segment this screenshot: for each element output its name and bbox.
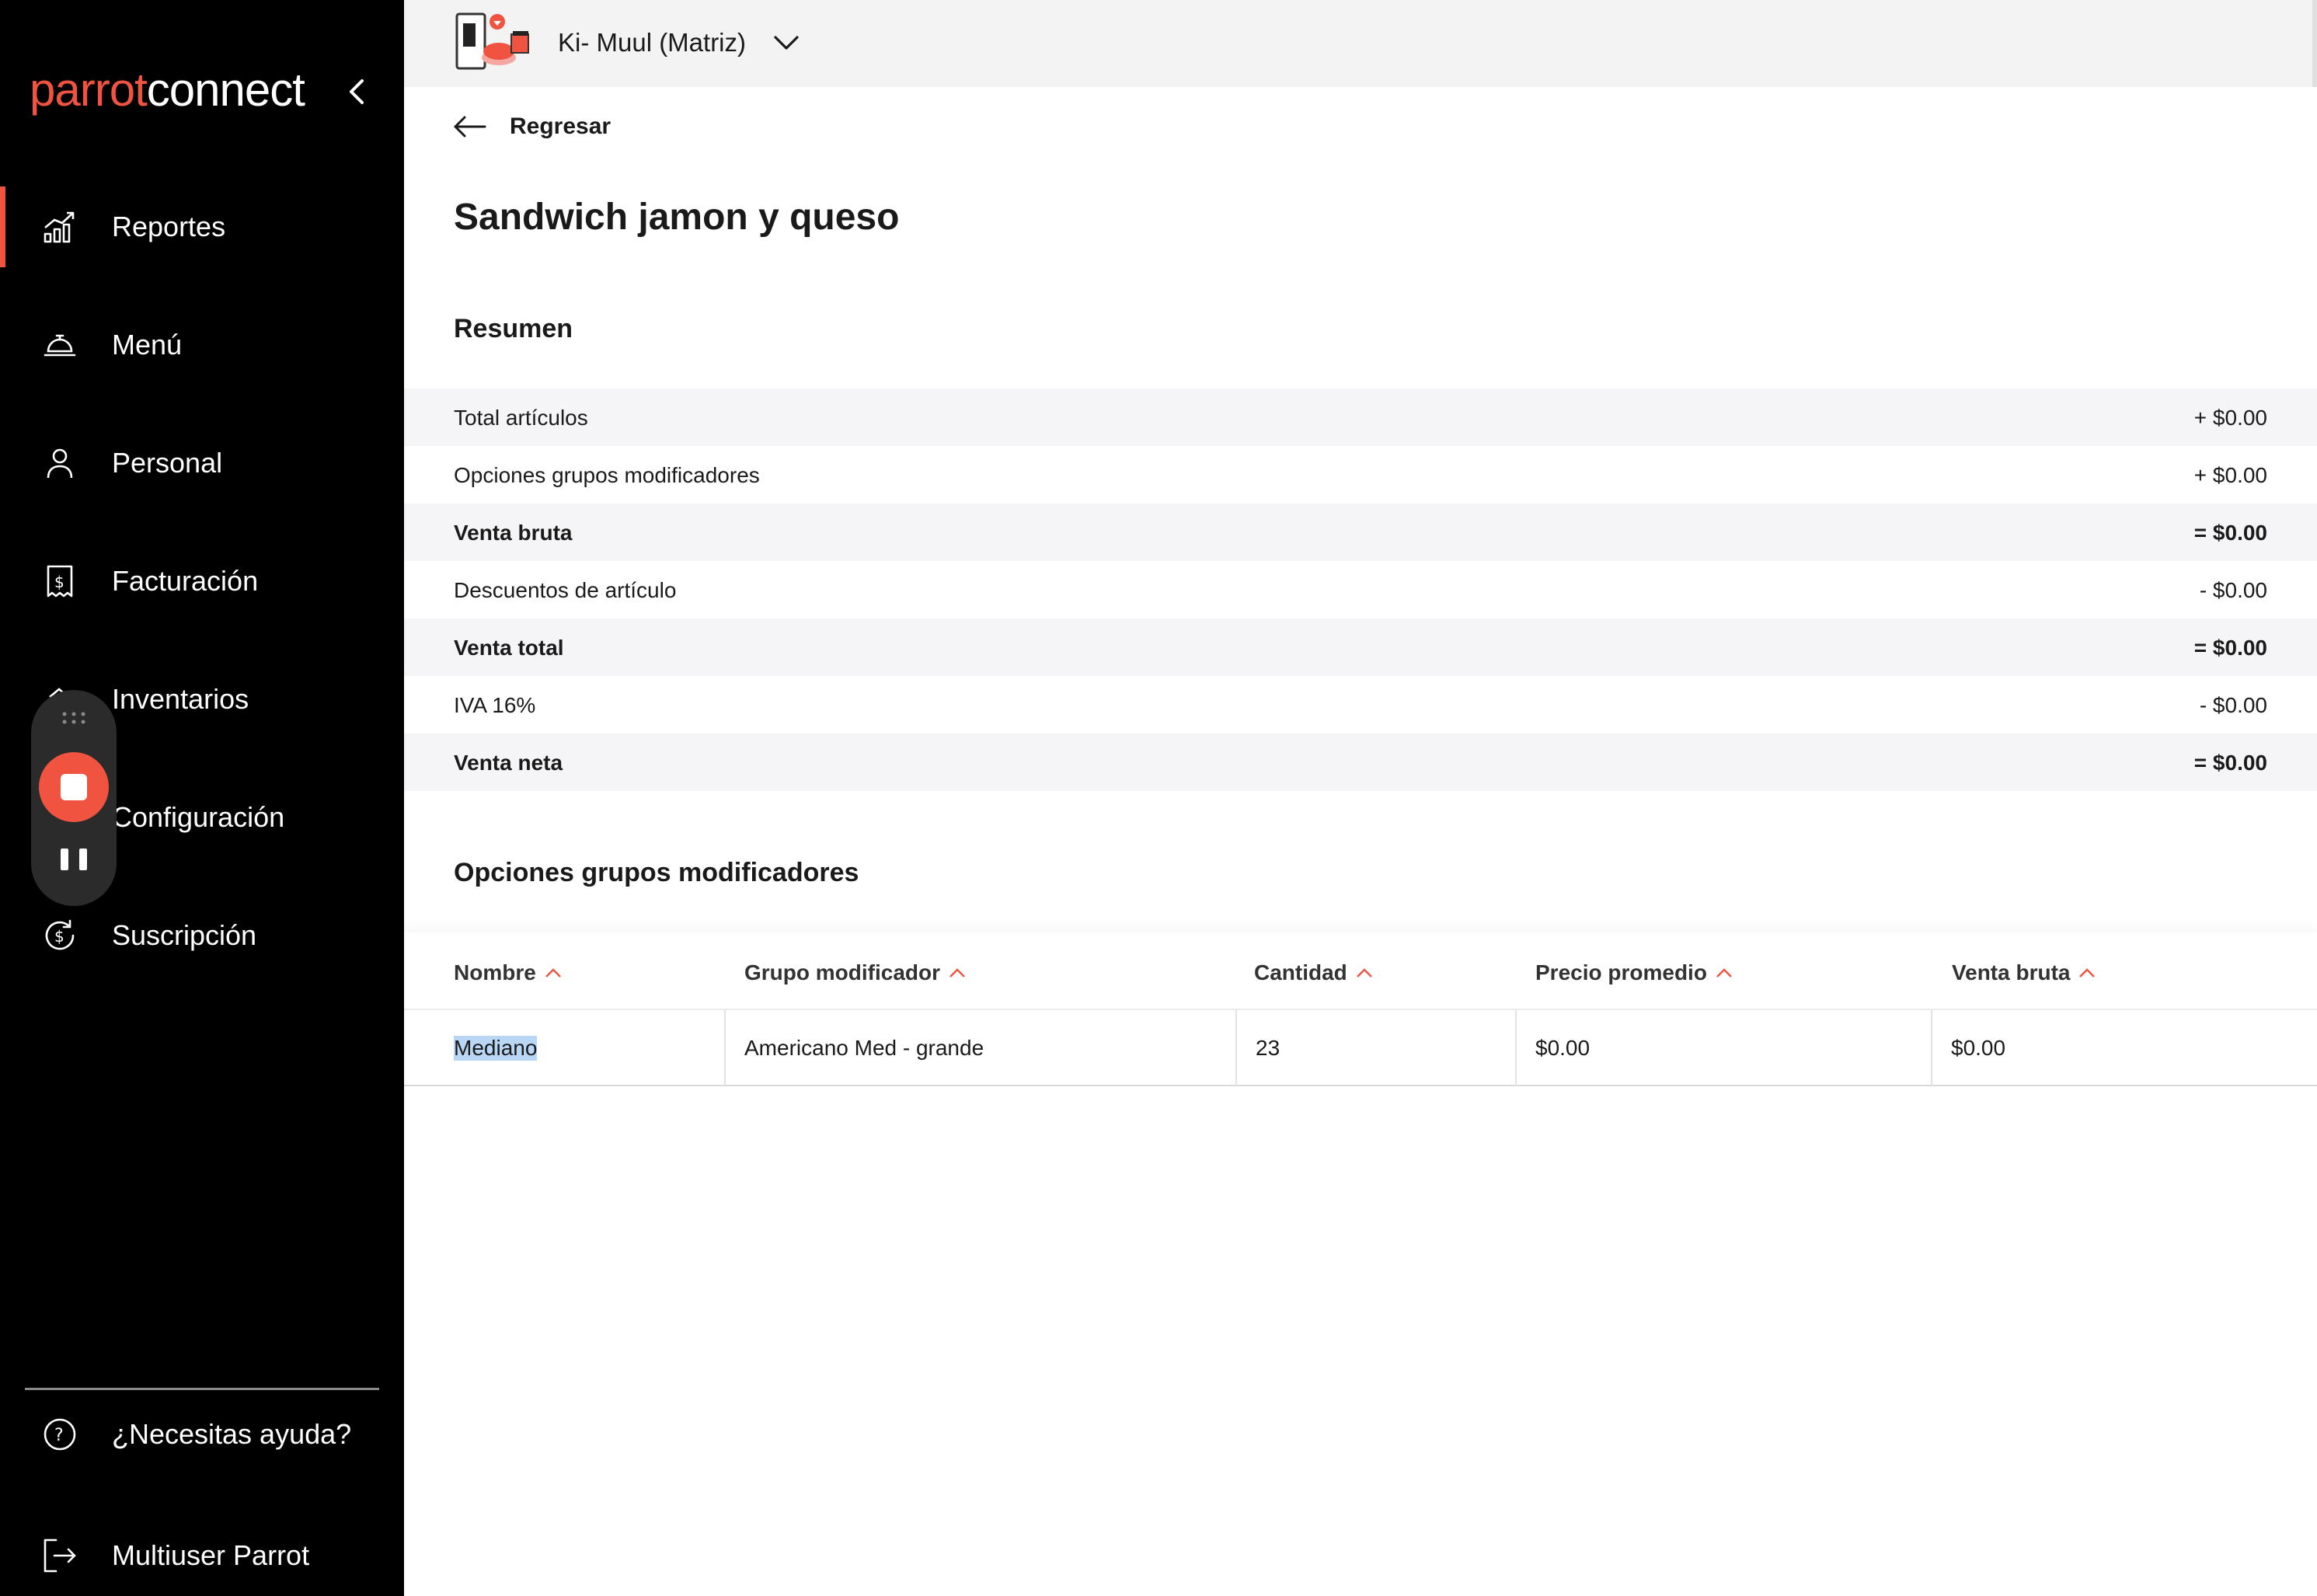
summary-row: Venta total = $0.00 [404, 619, 2317, 676]
summary-value: = $0.00 [2193, 751, 2267, 775]
sort-asc-icon [1356, 968, 1372, 977]
store-logo-icon[interactable] [452, 6, 533, 71]
sort-asc-icon [1716, 968, 1732, 977]
column-header-label: Precio promedio [1535, 960, 1707, 984]
table-row[interactable]: Mediano Americano Med - grande 23 $0.00 … [404, 1010, 2317, 1086]
sidebar-item-reportes[interactable]: Reportes [0, 186, 404, 267]
summary-value: - $0.00 [2199, 578, 2267, 602]
logout-user-button[interactable]: Multiuser Parrot [0, 1515, 404, 1596]
help-label: ¿Necesitas ayuda? [112, 1418, 352, 1450]
logout-icon [40, 1536, 79, 1575]
sidebar-item-label: Reportes [112, 211, 226, 242]
column-header-cantidad[interactable]: Cantidad [1254, 960, 1374, 985]
arrow-left-icon [454, 116, 486, 138]
modifiers-heading: Opciones grupos modificadores [454, 858, 859, 887]
summary-value: + $0.00 [2193, 406, 2267, 430]
sidebar-item-label: Inventarios [112, 683, 249, 715]
summary-value: + $0.00 [2193, 463, 2267, 487]
sidebar-item-label: Suscripción [112, 919, 257, 951]
summary-list: Total artículos + $0.00 Opciones grupos … [404, 389, 2317, 791]
summary-value: - $0.00 [2199, 693, 2267, 717]
brand-logo[interactable]: parrot connect [30, 62, 305, 117]
stop-recording-button[interactable] [39, 752, 109, 822]
summary-label: Descuentos de artículo [454, 578, 677, 602]
sidebar-item-label: Configuración [112, 801, 285, 833]
page-title: Sandwich jamon y queso [454, 197, 900, 238]
service-bell-icon [40, 326, 79, 364]
svg-text:?: ? [54, 1426, 64, 1445]
table-header: Nombre Grupo modificador Cantidad Precio… [404, 932, 2317, 1010]
user-label: Multiuser Parrot [112, 1539, 310, 1571]
brand-logo-part1: parrot [30, 63, 148, 116]
bar-chart-icon [40, 207, 79, 246]
sort-asc-icon [545, 968, 561, 977]
drag-handle-icon[interactable] [57, 710, 90, 726]
stop-icon [61, 774, 87, 800]
summary-label: Opciones grupos modificadores [454, 463, 760, 487]
summary-row: Total artículos + $0.00 [404, 389, 2317, 446]
sidebar-item-personal[interactable]: Personal [0, 423, 404, 504]
column-header-nombre[interactable]: Nombre [454, 960, 563, 985]
modifiers-table: Nombre Grupo modificador Cantidad Precio… [404, 932, 2317, 1086]
scrollbar[interactable] [2312, 0, 2317, 87]
cell-cantidad: 23 [1235, 1010, 1517, 1086]
pause-recording-button[interactable] [61, 849, 87, 875]
summary-row: Descuentos de artículo - $0.00 [404, 561, 2317, 619]
column-header-grupo[interactable]: Grupo modificador [744, 960, 967, 985]
sidebar-item-label: Menú [112, 329, 183, 361]
sidebar-item-label: Personal [112, 447, 223, 479]
column-header-venta[interactable]: Venta bruta [1952, 960, 2096, 985]
store-name[interactable]: Ki- Muul (Matriz) [558, 28, 746, 57]
cell-grupo: Americano Med - grande [724, 1010, 1235, 1086]
help-circle-icon: ? [40, 1415, 79, 1454]
column-header-label: Cantidad [1254, 960, 1347, 984]
column-header-precio[interactable]: Precio promedio [1535, 960, 1733, 985]
summary-label: Total artículos [454, 406, 588, 430]
summary-label: Venta bruta [454, 521, 573, 545]
summary-label: Venta total [454, 636, 564, 660]
sidebar-item-menu[interactable]: Menú [0, 305, 404, 385]
summary-row: Opciones grupos modificadores + $0.00 [404, 446, 2317, 504]
user-icon [40, 444, 79, 483]
cell-precio: $0.00 [1515, 1010, 1932, 1086]
summary-row: Venta bruta = $0.00 [404, 504, 2317, 561]
summary-label: Venta neta [454, 751, 563, 775]
sort-asc-icon [2079, 968, 2096, 977]
cell-nombre: Mediano [435, 1010, 726, 1086]
sidebar-item-suscripcion[interactable]: $ Suscripción [0, 895, 404, 976]
pause-icon [61, 849, 68, 870]
summary-row: IVA 16% - $0.00 [404, 676, 2317, 734]
column-header-label: Grupo modificador [744, 960, 940, 984]
sidebar-item-label: Facturación [112, 565, 259, 597]
sidebar-item-facturacion[interactable]: $ Facturación [0, 541, 404, 622]
svg-text:$: $ [54, 573, 64, 591]
sidebar-divider [25, 1388, 379, 1390]
cell-text: Mediano [454, 1036, 538, 1061]
help-link[interactable]: ? ¿Necesitas ayuda? [0, 1394, 404, 1475]
summary-value: = $0.00 [2193, 636, 2267, 660]
topbar: Ki- Muul (Matriz) [404, 0, 2317, 87]
summary-value: = $0.00 [2193, 521, 2267, 545]
back-label: Regresar [510, 113, 611, 139]
column-header-label: Nombre [454, 960, 536, 984]
sort-asc-icon [949, 968, 965, 977]
subscription-icon: $ [40, 916, 79, 955]
column-header-label: Venta bruta [1952, 960, 2071, 984]
cell-venta: $0.00 [1931, 1010, 2317, 1086]
back-button[interactable]: Regresar [452, 109, 611, 145]
svg-text:$: $ [54, 927, 64, 946]
summary-label: IVA 16% [454, 693, 536, 717]
brand-logo-part2: connect [146, 63, 305, 116]
summary-heading: Resumen [454, 314, 573, 343]
receipt-dollar-icon: $ [40, 562, 79, 601]
summary-row: Venta neta = $0.00 [404, 734, 2317, 791]
collapse-sidebar-icon[interactable] [339, 73, 376, 110]
chevron-down-icon[interactable] [771, 31, 802, 54]
